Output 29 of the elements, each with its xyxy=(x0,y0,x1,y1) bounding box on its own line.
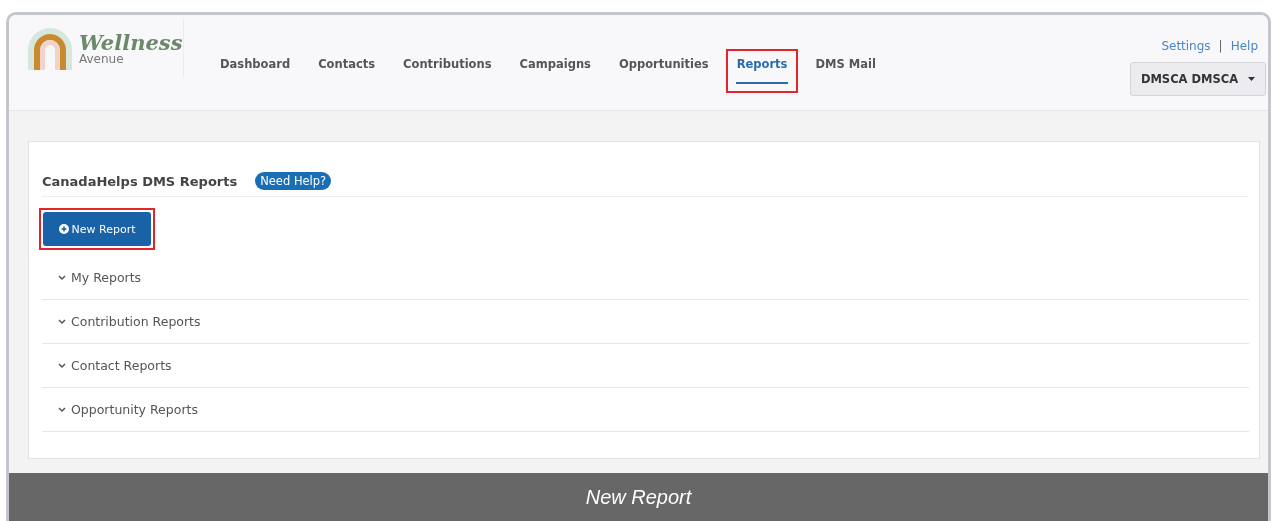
chevron-down-icon xyxy=(58,406,66,413)
chevron-down-icon xyxy=(58,274,66,281)
chevron-down-icon xyxy=(58,362,66,369)
nav-tab[interactable]: Opportunities xyxy=(607,49,720,93)
nav-tab[interactable]: Contacts xyxy=(307,49,387,93)
link-separator: | xyxy=(1218,39,1223,53)
nav-tab[interactable]: Campaigns xyxy=(508,49,602,93)
help-link[interactable]: Help xyxy=(1230,39,1258,53)
report-section[interactable]: Contribution Reports xyxy=(42,300,1249,345)
footer-title: New Report xyxy=(585,485,692,509)
report-section[interactable]: Opportunity Reports xyxy=(42,388,1249,433)
user-menu-button[interactable]: DMSCA DMSCA xyxy=(1130,62,1266,96)
nav-tab[interactable]: Reports xyxy=(725,49,799,93)
need-help-badge[interactable]: Need Help? xyxy=(255,172,332,191)
rainbow-logo-icon xyxy=(25,26,75,70)
logo-subtitle: Avenue xyxy=(79,52,125,65)
settings-link[interactable]: Settings xyxy=(1161,39,1211,53)
logo-title: Wellness xyxy=(79,31,183,53)
nav-tab[interactable]: DMS Mail xyxy=(804,49,887,93)
panel-title: CanadaHelps DMS Reports xyxy=(42,173,238,189)
nav-tab[interactable]: Contributions xyxy=(392,49,503,93)
caret-icon xyxy=(1248,77,1256,81)
chevron-down-icon xyxy=(58,318,66,325)
new-report-button[interactable]: New Report xyxy=(43,212,151,247)
nav-tab[interactable]: Dashboard xyxy=(209,49,302,93)
active-underline xyxy=(735,82,789,84)
plus-circle-icon xyxy=(58,224,69,235)
report-section[interactable]: My Reports xyxy=(42,256,1249,301)
report-section[interactable]: Contact Reports xyxy=(42,344,1249,389)
